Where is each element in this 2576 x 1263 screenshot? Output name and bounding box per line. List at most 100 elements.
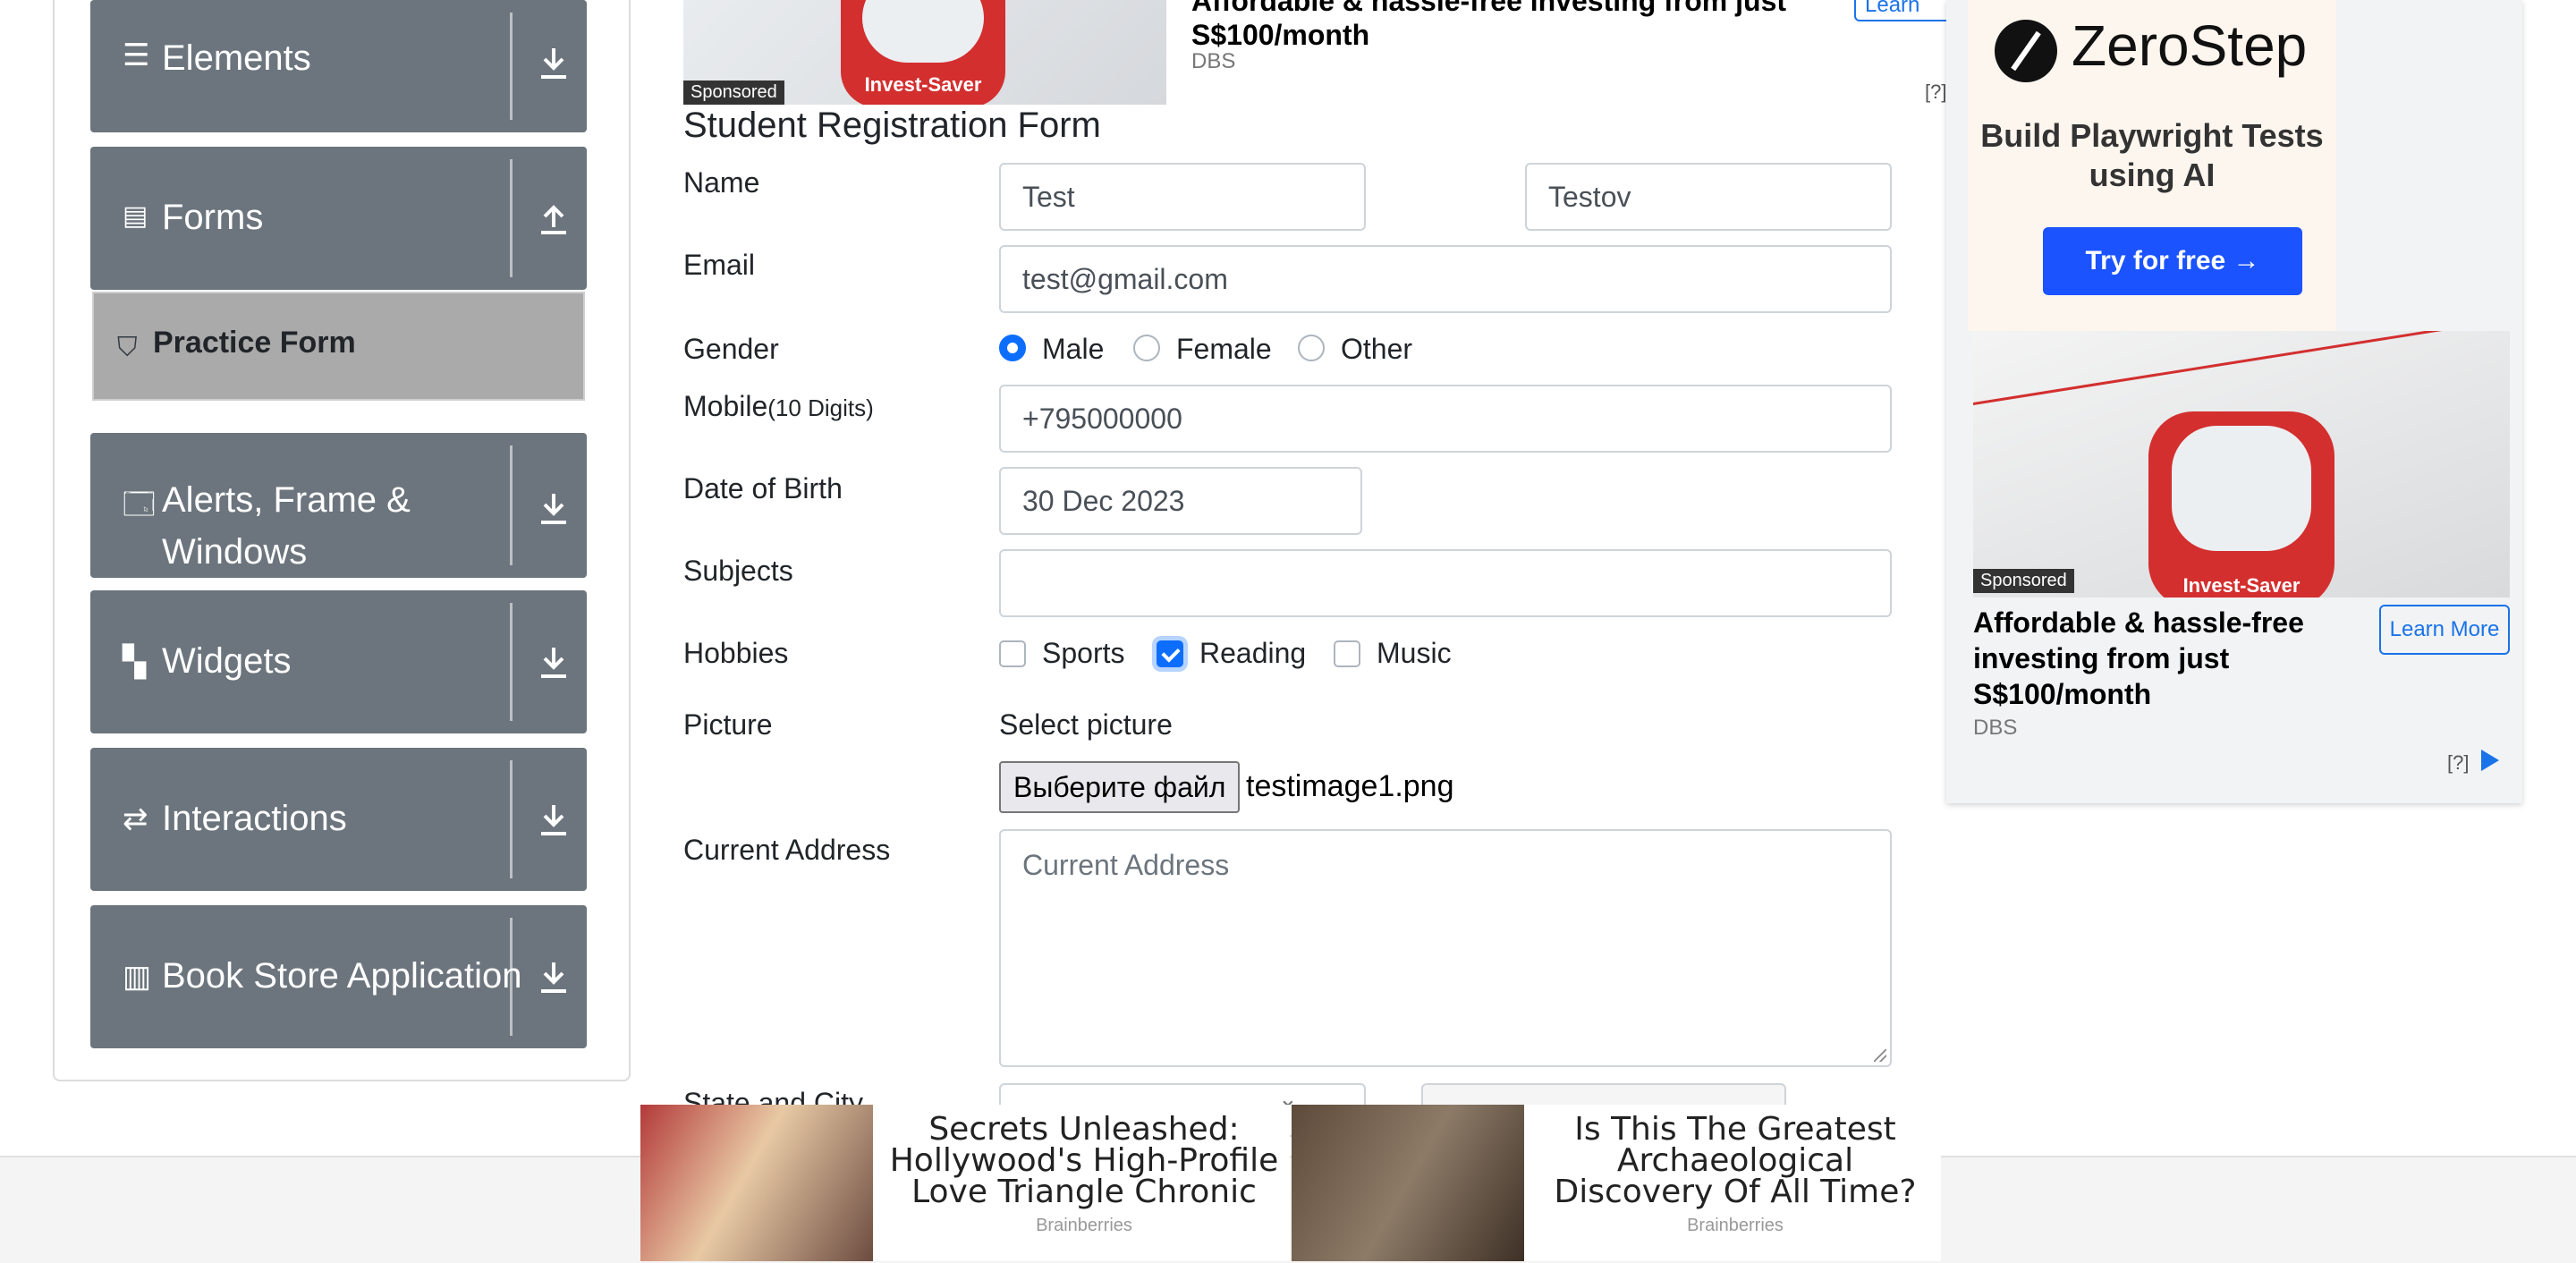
- sidebar-group-alerts[interactable]: 🗔 Alerts, Frame & Windows: [90, 433, 587, 578]
- gondola-graphic: Invest-Saver: [2148, 411, 2334, 598]
- gender-male-radio[interactable]: [999, 335, 1026, 361]
- sidebar-group-label: Forms: [162, 198, 264, 237]
- top-ad-image[interactable]: Invest-Saver Sponsored: [683, 0, 1166, 105]
- chart-line: [1973, 331, 2510, 405]
- last-name-input[interactable]: Testov: [1525, 163, 1892, 231]
- gender-female-label[interactable]: Female: [1176, 333, 1272, 366]
- news-source-2: Brainberries: [1687, 1216, 1784, 1235]
- sidebar-group-widgets[interactable]: ▚ Widgets: [90, 590, 587, 733]
- adchoices-icon[interactable]: [2481, 750, 2499, 771]
- gender-female-radio[interactable]: [1133, 335, 1160, 361]
- right-ad-image[interactable]: Invest-Saver: [1973, 331, 2510, 598]
- list-icon: ☰: [123, 38, 150, 72]
- select-picture-label: Select picture: [999, 708, 1173, 741]
- sidebar-group-label: Book Store Application: [162, 956, 522, 996]
- news-image-1[interactable]: [640, 1105, 873, 1261]
- top-ad-title[interactable]: Affordable & hassle-free investing from …: [1191, 0, 1800, 52]
- download-arrow-icon[interactable]: [538, 959, 570, 995]
- address-placeholder: Current Address: [1022, 849, 1230, 881]
- address-label: Current Address: [683, 834, 891, 866]
- hobby-music-checkbox[interactable]: [1334, 640, 1360, 667]
- email-label: Email: [683, 249, 756, 281]
- ad-info-link[interactable]: [?]: [1925, 81, 1946, 104]
- form-title: Student Registration Form: [683, 106, 1101, 145]
- hobby-music-label[interactable]: Music: [1377, 637, 1452, 670]
- sidebar-group-label: Elements: [162, 38, 311, 78]
- ad-info-link[interactable]: [?]: [2447, 751, 2469, 775]
- upload-arrow-icon[interactable]: [538, 200, 570, 236]
- news-source-1: Brainberries: [1036, 1216, 1132, 1235]
- sidebar-group-label: Widgets: [162, 641, 292, 681]
- hobby-reading-checkbox[interactable]: [1157, 640, 1183, 667]
- gender-other-label[interactable]: Other: [1341, 333, 1412, 366]
- ad-image-label: Invest-Saver: [2182, 574, 2301, 597]
- divider: [510, 760, 513, 878]
- dob-input[interactable]: 30 Dec 2023: [999, 467, 1362, 535]
- gondola-window: [862, 0, 984, 63]
- email-input[interactable]: test@gmail.com: [999, 245, 1892, 313]
- divider: [510, 603, 513, 721]
- first-name-input[interactable]: Test: [999, 163, 1366, 231]
- subjects-label: Subjects: [683, 555, 793, 587]
- interactions-icon: ⇄: [123, 802, 148, 836]
- name-label: Name: [683, 166, 760, 199]
- right-ad-title[interactable]: Affordable & hassle-free investing from …: [1973, 605, 2349, 712]
- sidebar-group-label: Interactions: [162, 799, 347, 838]
- top-ad-brand: DBS: [1191, 49, 1236, 73]
- gondola-graphic: Invest-Saver: [841, 0, 1005, 105]
- sidebar-group-elements[interactable]: ☰ Elements: [90, 0, 587, 132]
- gender-label: Gender: [683, 333, 779, 365]
- widgets-icon: ▚: [123, 645, 147, 679]
- dob-label: Date of Birth: [683, 472, 843, 504]
- mobile-label: Mobile(10 Digits): [683, 390, 874, 423]
- news-card-2[interactable]: Is This The Greatest Archaeological Disc…: [1292, 1105, 1941, 1261]
- hobbies-label: Hobbies: [683, 637, 789, 669]
- download-arrow-icon[interactable]: [538, 45, 570, 81]
- gender-other-radio[interactable]: [1298, 335, 1325, 361]
- right-ad-learn-more-button[interactable]: Learn More: [2379, 605, 2510, 655]
- sidebar-group-label: Alerts, Frame & Windows: [162, 480, 411, 572]
- right-ad-advertiser: DBS: [1973, 716, 2018, 740]
- zerostep-logo-icon: [1995, 20, 2057, 82]
- current-address-textarea[interactable]: Current Address: [999, 829, 1892, 1067]
- resize-grip-icon[interactable]: [1874, 1049, 1886, 1062]
- download-arrow-icon[interactable]: [538, 801, 570, 837]
- divider: [510, 159, 513, 277]
- ad-image-label: Invest-Saver: [864, 73, 982, 96]
- sponsored-badge: Sponsored: [1973, 569, 2074, 593]
- gondola-window: [2172, 426, 2311, 551]
- mobile-input[interactable]: +795000000: [999, 385, 1892, 453]
- zerostep-brand: ZeroStep: [2072, 13, 2308, 78]
- choose-file-button[interactable]: Выберите файл: [999, 761, 1241, 813]
- top-ad-learn-more-button[interactable]: Learn More: [1854, 0, 1962, 21]
- right-ad[interactable]: ZeroStep Build Playwright Tests using AI…: [1946, 0, 2522, 803]
- window-icon: 🗔: [123, 487, 156, 521]
- sidebar-item-practice-form[interactable]: ⛉ Practice Form: [92, 292, 585, 401]
- news-card-1[interactable]: Secrets Unleashed: Hollywood's High-Prof…: [640, 1105, 1290, 1261]
- divider: [510, 445, 513, 565]
- picture-label: Picture: [683, 708, 773, 741]
- form-icon: ▤: [123, 201, 148, 231]
- chosen-file-name: testimage1.png: [1246, 769, 1454, 803]
- html5-icon: ⛉: [117, 333, 138, 362]
- hobby-sports-label[interactable]: Sports: [1042, 637, 1124, 670]
- zerostep-tagline: Build Playwright Tests using AI: [1980, 117, 2324, 193]
- divider: [510, 918, 513, 1036]
- zerostep-ad[interactable]: ZeroStep Build Playwright Tests using AI…: [1968, 0, 2336, 331]
- sidebar-group-book-store[interactable]: ▥ Book Store Application: [90, 905, 587, 1048]
- divider: [510, 13, 513, 120]
- try-for-free-button[interactable]: Try for free →: [2043, 227, 2302, 295]
- news-image-2[interactable]: [1292, 1105, 1524, 1261]
- sponsored-badge: Sponsored: [683, 81, 784, 105]
- gender-male-label[interactable]: Male: [1042, 333, 1104, 366]
- hobby-sports-checkbox[interactable]: [999, 640, 1026, 667]
- news-title-2[interactable]: Is This The Greatest Archaeological Disc…: [1538, 1114, 1932, 1208]
- sidebar-group-interactions[interactable]: ⇄ Interactions: [90, 748, 587, 891]
- download-arrow-icon[interactable]: [538, 644, 570, 680]
- hobby-reading-label[interactable]: Reading: [1199, 637, 1306, 670]
- news-title-1[interactable]: Secrets Unleashed: Hollywood's High-Prof…: [887, 1114, 1281, 1208]
- download-arrow-icon[interactable]: [538, 490, 570, 526]
- sidebar-group-forms[interactable]: ▤ Forms: [90, 147, 587, 290]
- mobile-label-text: Mobile: [683, 390, 768, 422]
- subjects-input[interactable]: [999, 549, 1892, 617]
